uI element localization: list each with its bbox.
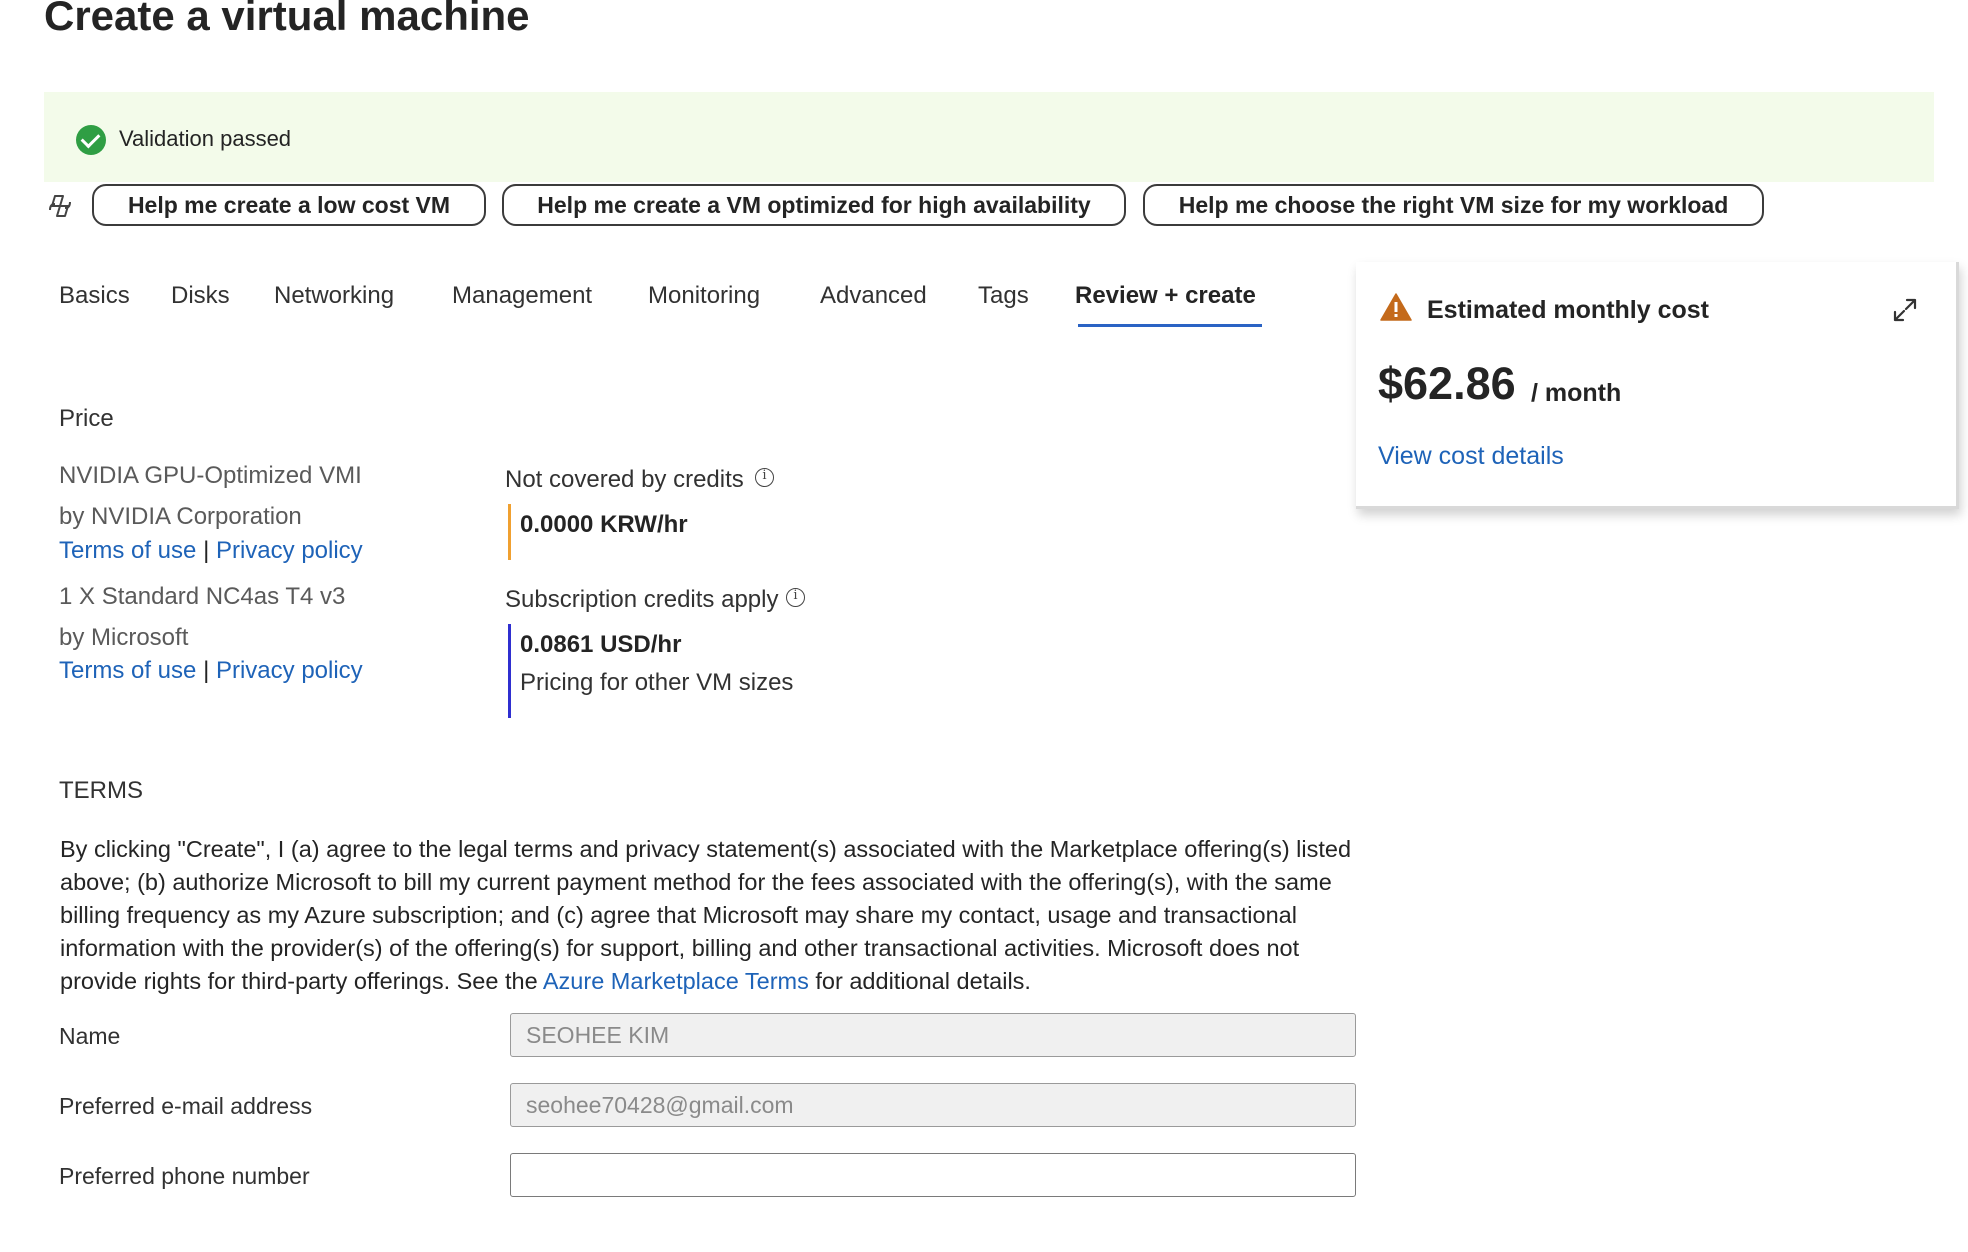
price-heading: Price xyxy=(59,405,114,432)
validation-status-text: Validation passed xyxy=(119,126,292,151)
warning-icon xyxy=(1380,293,1412,321)
email-label: Preferred e-mail address xyxy=(59,1093,313,1119)
credits-apply-price: 0.0861 USD/hr xyxy=(520,631,682,658)
terms-body: By clicking "Create", I (a) agree to the… xyxy=(60,833,1360,998)
link-separator: | xyxy=(203,537,210,564)
cost-card-title: Estimated monthly cost xyxy=(1427,296,1709,324)
info-icon[interactable] xyxy=(786,588,805,607)
vm-size-publisher: by Microsoft xyxy=(59,624,189,651)
check-circle-icon xyxy=(76,125,106,155)
link-separator: | xyxy=(203,657,210,684)
privacy-policy-link[interactable]: Privacy policy xyxy=(216,657,363,684)
terms-of-use-link[interactable]: Terms of use xyxy=(59,537,196,564)
tab-networking[interactable]: Networking xyxy=(274,282,394,310)
tab-disks[interactable]: Disks xyxy=(171,282,230,310)
suggestion-low-cost-button[interactable]: Help me create a low cost VM xyxy=(92,184,486,226)
vm-size-name: 1 X Standard NC4as T4 v3 xyxy=(59,583,346,610)
azure-marketplace-terms-link[interactable]: Azure Marketplace Terms xyxy=(543,968,809,994)
suggestion-vm-size-button[interactable]: Help me choose the right VM size for my … xyxy=(1143,184,1764,226)
cost-period: / month xyxy=(1531,379,1622,407)
name-label: Name xyxy=(59,1023,121,1049)
page-title: Create a virtual machine xyxy=(44,0,530,39)
copilot-icon xyxy=(49,195,71,217)
tab-tags[interactable]: Tags xyxy=(978,282,1029,310)
tab-review-create[interactable]: Review + create xyxy=(1075,282,1256,310)
info-icon[interactable] xyxy=(755,468,774,487)
terms-body-text-end: for additional details. xyxy=(808,968,1031,994)
offering-name: NVIDIA GPU-Optimized VMI xyxy=(59,462,362,489)
credits-apply-indicator xyxy=(508,624,511,718)
active-tab-indicator xyxy=(1078,324,1262,327)
tab-advanced[interactable]: Advanced xyxy=(820,282,927,310)
offering-publisher: by NVIDIA Corporation xyxy=(59,503,302,530)
not-covered-label: Not covered by credits xyxy=(505,466,744,493)
terms-heading: TERMS xyxy=(59,777,143,804)
tab-monitoring[interactable]: Monitoring xyxy=(648,282,760,310)
tab-management[interactable]: Management xyxy=(452,282,592,310)
tab-basics[interactable]: Basics xyxy=(59,282,130,310)
offering-links: Terms of use | Privacy policy xyxy=(59,537,363,565)
expand-icon[interactable] xyxy=(1892,297,1918,323)
name-field[interactable] xyxy=(510,1013,1356,1057)
view-cost-details-link[interactable]: View cost details xyxy=(1378,442,1564,471)
privacy-policy-link[interactable]: Privacy policy xyxy=(216,537,363,564)
terms-of-use-link[interactable]: Terms of use xyxy=(59,657,196,684)
phone-field[interactable] xyxy=(510,1153,1356,1197)
validation-banner xyxy=(44,92,1934,182)
suggestion-high-availability-button[interactable]: Help me create a VM optimized for high a… xyxy=(502,184,1126,226)
credits-apply-label: Subscription credits apply xyxy=(505,586,779,613)
phone-label: Preferred phone number xyxy=(59,1163,310,1189)
vm-size-links: Terms of use | Privacy policy xyxy=(59,657,363,685)
not-covered-price: 0.0000 KRW/hr xyxy=(520,511,688,538)
cost-amount: $62.86 xyxy=(1378,358,1516,409)
not-covered-indicator xyxy=(508,504,511,560)
pricing-other-sizes-link[interactable]: Pricing for other VM sizes xyxy=(520,669,793,697)
email-field[interactable] xyxy=(510,1083,1356,1127)
